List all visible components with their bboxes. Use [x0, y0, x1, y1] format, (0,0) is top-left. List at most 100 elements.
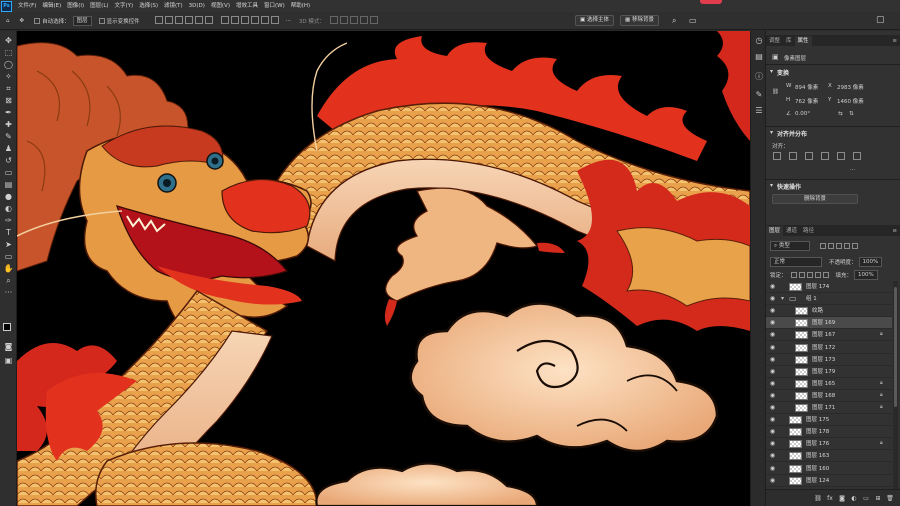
filter-adjust-icon[interactable] — [828, 242, 834, 249]
layer-name[interactable]: 图层 160 — [806, 463, 829, 475]
move-tool-icon[interactable]: ✥ — [3, 35, 14, 46]
panel-align-top-icon[interactable] — [821, 152, 829, 160]
lock-all-icon[interactable] — [822, 271, 829, 278]
visibility-eye-icon[interactable]: ◉ — [769, 319, 776, 326]
panel-align-vcenter-icon[interactable] — [837, 152, 845, 160]
panel-align-hcenter-icon[interactable] — [789, 152, 797, 160]
pen-tool-icon[interactable]: ✑ — [3, 215, 14, 226]
layer-row[interactable]: ◉ 纹路 — [766, 305, 892, 318]
filter-pixel-icon[interactable] — [820, 242, 826, 249]
layer-row[interactable]: ◉ 图层 174 — [766, 281, 892, 293]
3d-pan-icon[interactable] — [349, 16, 358, 24]
menu-item[interactable]: 增效工具 — [233, 0, 261, 12]
layer-name[interactable]: 图层 175 — [806, 414, 829, 426]
layer-name[interactable]: 组 1 — [806, 293, 817, 305]
home-icon[interactable]: ⌂ — [6, 18, 10, 24]
link-icon[interactable]: ⛓ — [814, 495, 822, 502]
trash-icon[interactable]: 🗑︎ — [886, 495, 894, 502]
visibility-eye-icon[interactable]: ◉ — [769, 416, 776, 423]
h-value[interactable]: 762 像素 — [795, 97, 818, 105]
hand-tool-icon[interactable]: ✋ — [3, 263, 14, 274]
layer-name[interactable]: 图层 168 — [812, 390, 835, 402]
more-tools-icon[interactable]: ··· — [3, 287, 14, 298]
history-brush-tool-icon[interactable]: ↺ — [3, 155, 14, 166]
flip-horizontal-icon[interactable]: ⇆ — [838, 111, 843, 117]
layer-row[interactable]: ◉ 图层 173 — [766, 354, 892, 366]
align-top-icon[interactable] — [184, 16, 193, 24]
panel-align-right-icon[interactable] — [805, 152, 813, 160]
align-more-icon[interactable]: ··· — [850, 167, 855, 173]
3d-roll-icon[interactable] — [339, 16, 348, 24]
show-transform-checkbox[interactable]: 显示变换控件 — [98, 17, 140, 25]
layer-name[interactable]: 图层 171 — [812, 402, 835, 414]
visibility-eye-icon[interactable]: ◉ — [769, 404, 776, 411]
layer-name[interactable]: 图层 167 — [812, 329, 835, 341]
clone-stamp-tool-icon[interactable]: ♟ — [3, 143, 14, 154]
lock-move-icon[interactable] — [806, 271, 813, 278]
marquee-tool-icon[interactable]: ⬚ — [3, 47, 14, 58]
3d-slide-icon[interactable] — [359, 16, 368, 24]
menu-item[interactable]: 帮助(H) — [288, 0, 313, 12]
layer-row[interactable]: ◉ 图层 178 — [766, 426, 892, 439]
visibility-eye-icon[interactable]: ◉ — [769, 465, 776, 472]
panel-tab[interactable]: 库 — [783, 36, 795, 46]
layer-row[interactable]: ◉ 图层 124 — [766, 475, 892, 487]
layer-name[interactable]: 图层 124 — [806, 475, 829, 487]
filter-smart-icon[interactable] — [852, 242, 858, 249]
auto-select-checkbox[interactable]: 自动选择： — [34, 17, 70, 25]
link-icon[interactable]: ⛓ — [772, 89, 779, 95]
group-expand-icon[interactable]: ▾ — [781, 295, 784, 302]
align-left-icon[interactable] — [154, 16, 163, 24]
visibility-eye-icon[interactable]: ◉ — [769, 452, 776, 459]
new-layer-icon[interactable]: ⊞ — [874, 495, 882, 502]
menu-item[interactable]: 选择(S) — [136, 0, 161, 12]
filter-text-icon[interactable] — [836, 242, 842, 249]
distribute-bottom-icon[interactable] — [240, 16, 249, 24]
zoom-tool-icon[interactable]: ⌕ — [3, 275, 14, 286]
distribute-middle-icon[interactable] — [230, 16, 239, 24]
y-value[interactable]: 1460 像素 — [837, 97, 864, 105]
visibility-eye-icon[interactable]: ◉ — [769, 331, 776, 338]
layer-row[interactable]: ◉ 图层 167 🔒︎ — [766, 329, 892, 342]
dodge-tool-icon[interactable]: ◐ — [3, 203, 14, 214]
lock-artboard-icon[interactable] — [814, 271, 821, 278]
info-icon[interactable]: ⓘ — [754, 71, 764, 81]
blur-tool-icon[interactable]: ● — [3, 191, 14, 202]
menu-item[interactable]: 文件(F) — [15, 0, 39, 12]
distribute-top-icon[interactable] — [220, 16, 229, 24]
layer-row[interactable]: ◉ 图层 163 — [766, 450, 892, 463]
layer-name[interactable]: 纹路 — [812, 305, 823, 317]
visibility-eye-icon[interactable]: ◉ — [769, 307, 776, 314]
fill-input[interactable]: 100% — [854, 270, 878, 280]
layer-row[interactable]: ◉ 图层 179 — [766, 366, 892, 378]
rectangle-tool-icon[interactable]: ▭ — [3, 251, 14, 262]
magic-wand-tool-icon[interactable]: ✧ — [3, 71, 14, 82]
layer-group-row[interactable]: ◉ ▾ ▭ 组 1 — [766, 293, 892, 306]
layer-name[interactable]: 图层 169 — [812, 317, 835, 329]
distribute-right-icon[interactable] — [270, 16, 279, 24]
layer-name[interactable]: 图层 173 — [812, 354, 835, 366]
eraser-tool-icon[interactable]: ▭ — [3, 167, 14, 178]
visibility-eye-icon[interactable]: ◉ — [769, 344, 776, 351]
w-value[interactable]: 894 像素 — [795, 83, 818, 91]
path-selection-tool-icon[interactable]: ➤ — [3, 239, 14, 250]
layer-name[interactable]: 图层 178 — [806, 426, 829, 438]
more-options-icon[interactable]: ··· — [286, 18, 291, 24]
x-value[interactable]: 2983 像素 — [837, 83, 864, 91]
menu-item[interactable]: 图像(I) — [64, 0, 87, 12]
menu-item[interactable]: 图层(L) — [87, 0, 111, 12]
panel-tab[interactable]: 属性 — [794, 36, 812, 46]
adjustment-icon[interactable]: ◐ — [850, 495, 858, 502]
screen-mode-icon[interactable]: ▣ — [3, 355, 14, 366]
menu-item[interactable]: 3D(D) — [186, 0, 208, 12]
layer-row[interactable]: ◉ 图层 160 — [766, 463, 892, 475]
panel-tab[interactable]: 路径 — [800, 226, 817, 236]
foreground-color-swatch[interactable] — [3, 323, 11, 331]
select-subject-button[interactable]: ▣ 选择主体 — [575, 15, 614, 26]
opacity-input[interactable]: 100% — [858, 257, 883, 267]
visibility-eye-icon[interactable]: ◉ — [769, 428, 776, 435]
gradient-tool-icon[interactable]: ▤ — [3, 179, 14, 190]
quick-actions-collapse-icon[interactable]: ▾ — [770, 182, 773, 189]
visibility-eye-icon[interactable]: ◉ — [769, 283, 776, 290]
layer-name[interactable]: 图层 176 — [806, 438, 829, 450]
